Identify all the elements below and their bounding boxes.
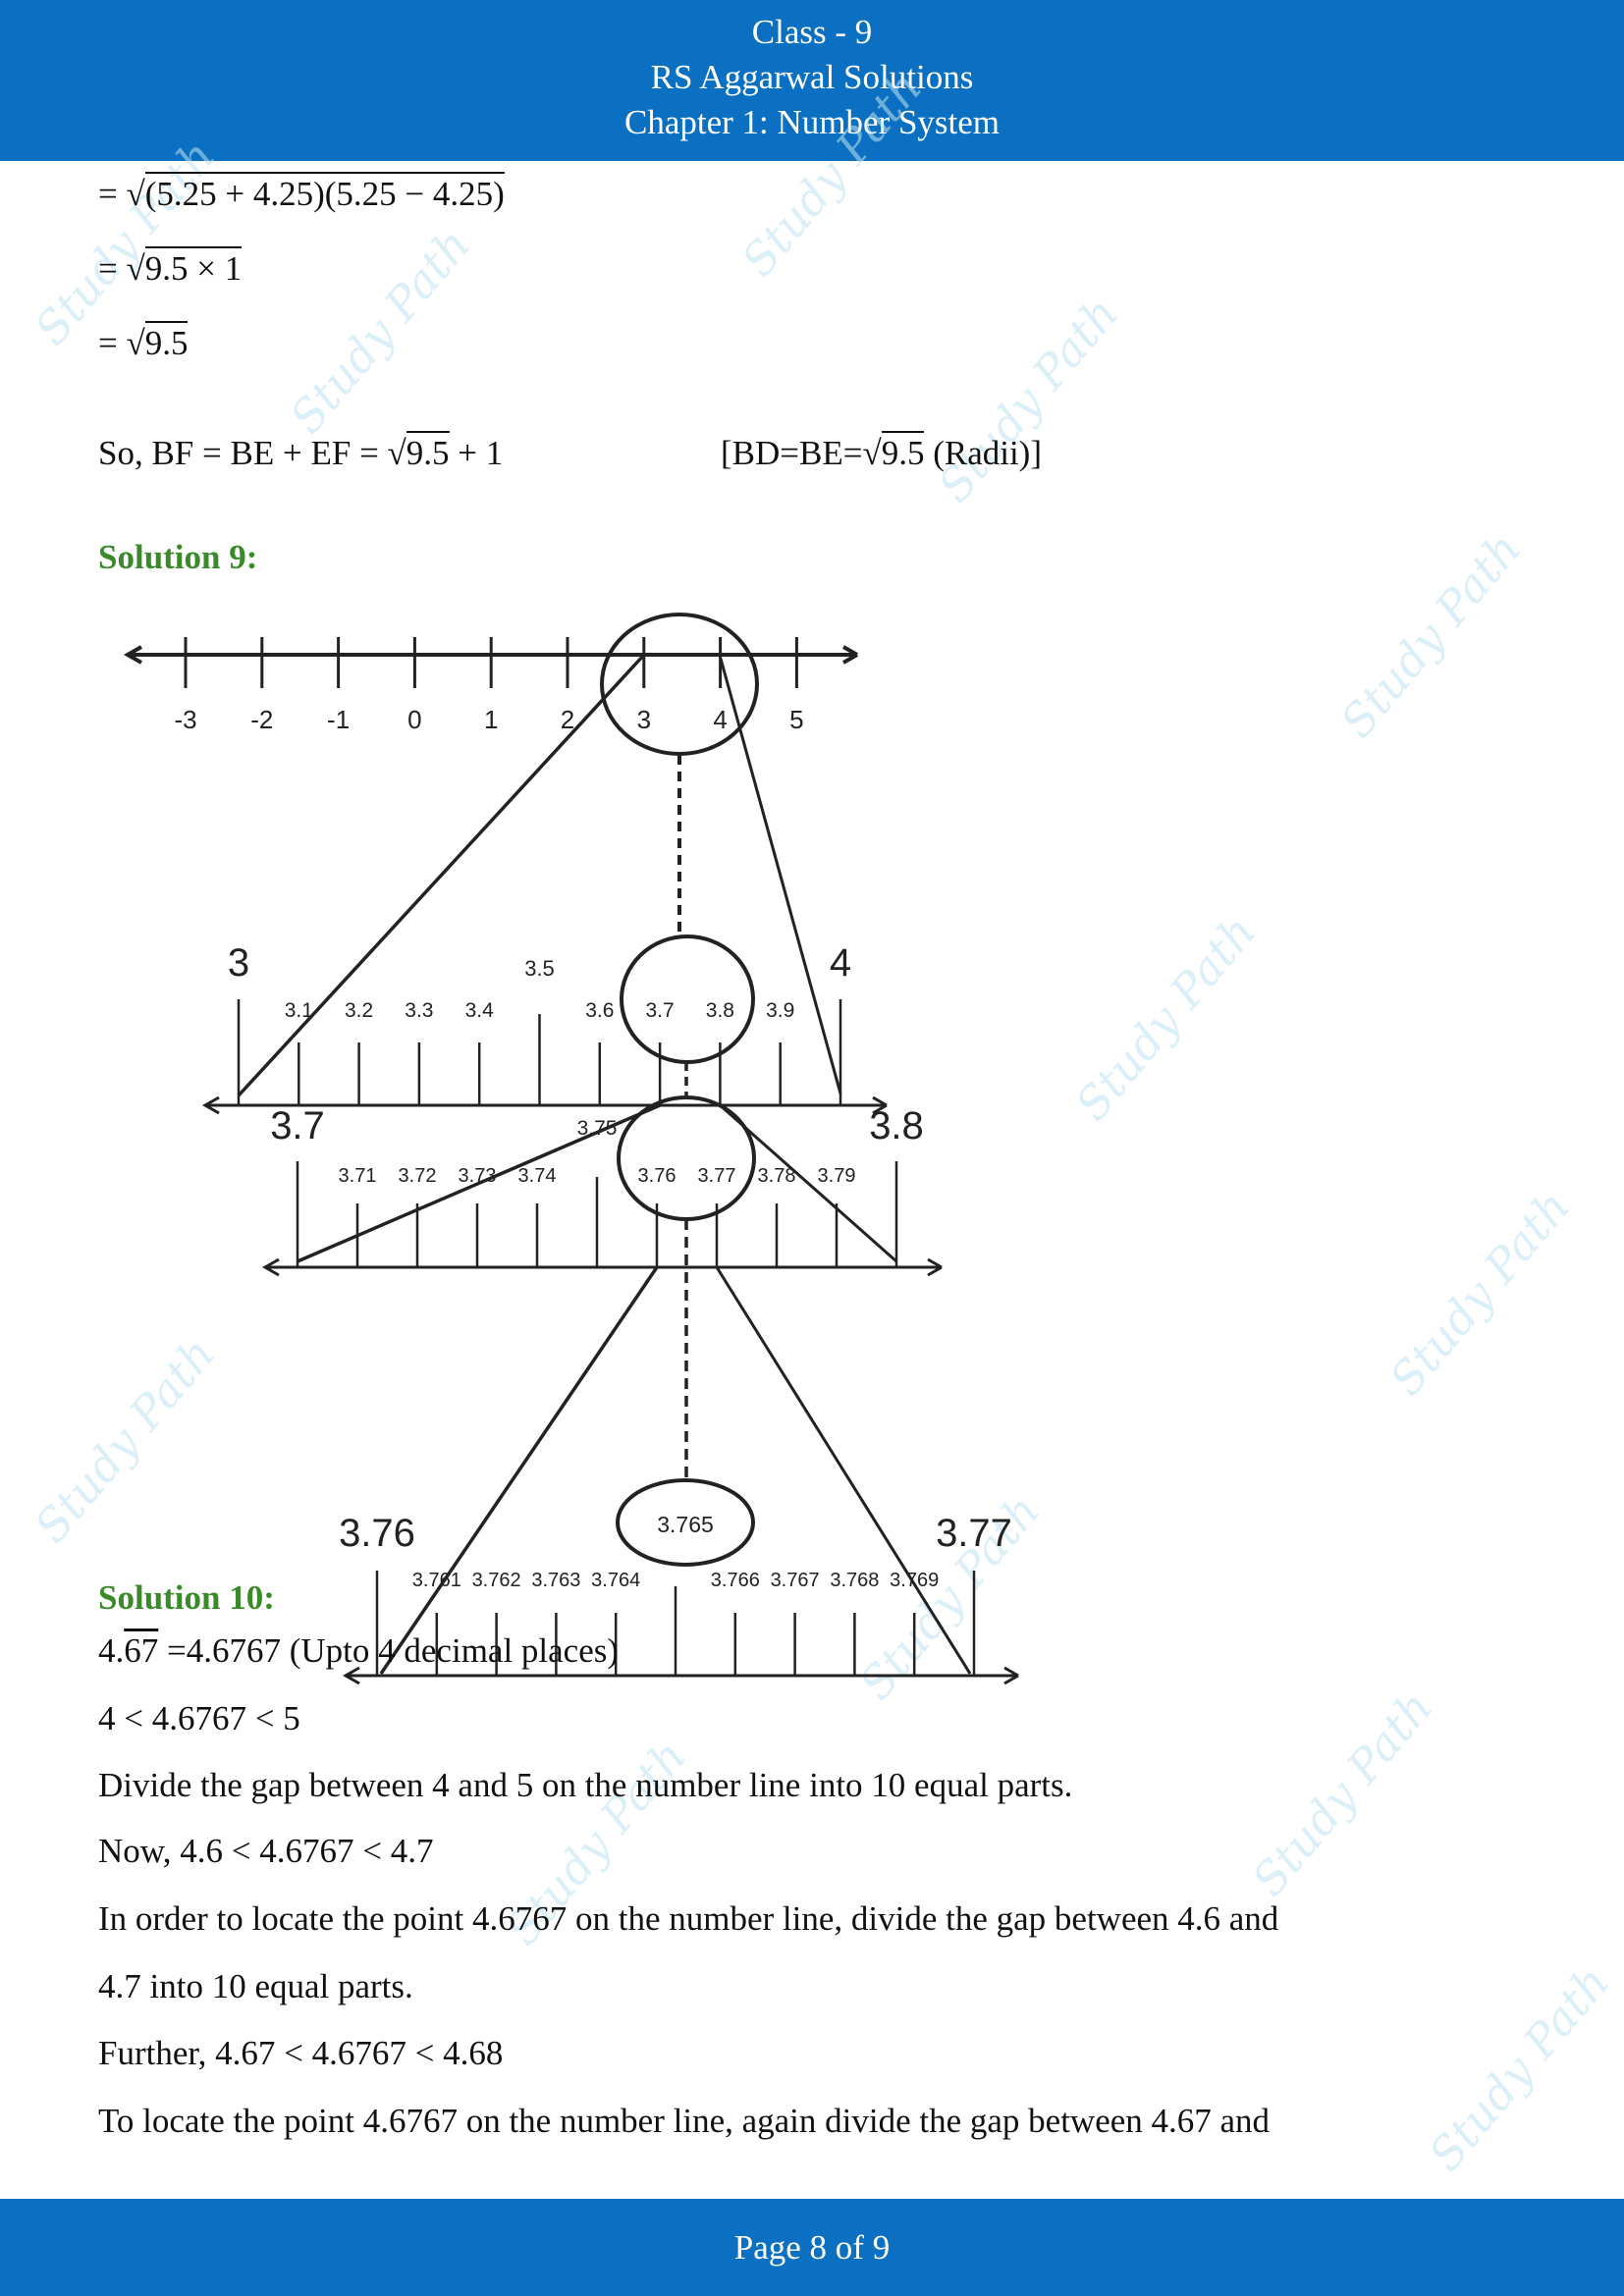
tick-label: 0 [407,705,421,734]
tick-label: 3.74 [518,1165,557,1187]
tick-label: 3.7 [645,999,674,1022]
solution-10-line-3: Divide the gap between 4 and 5 on the nu… [98,1766,1073,1804]
zoom-ellipse-1 [600,613,759,756]
tick-label: 3.768 [830,1570,879,1591]
tick-label: 3.767 [771,1570,820,1591]
tick-label: 3.3 [405,999,433,1022]
tick-label: 3.763 [531,1570,580,1591]
tick-label: 3.9 [766,999,794,1022]
mid-label: 3.765 [657,1512,714,1537]
zoom-ellipse-3 [617,1095,756,1221]
tick-label: 3.764 [591,1570,640,1591]
solution-10-line-1: 4.67 =4.6767 (Upto 4 decimal places) [98,1631,619,1671]
tick-label: 4 [713,705,727,734]
decimal-approx: =4.6767 (Upto 4 decimal places) [158,1631,620,1670]
integer-part: 4. [98,1631,125,1670]
start-label: 3.76 [339,1512,415,1555]
solution-10-line-8: To locate the point 4.6767 on the number… [98,2102,1271,2140]
solution-10-line-4: Now, 4.6 < 4.6767 < 4.7 [98,1832,434,1870]
zoom-line-left [237,653,646,1097]
zoom-line-right [719,658,842,1095]
tick-label: 3.76 [638,1165,677,1187]
solution-10-heading: Solution 10: [98,1578,275,1617]
zoom-line-left [379,1266,659,1675]
tick-label: -2 [250,705,273,734]
repeating-digits: 67 [124,1631,159,1670]
tick-label: 3.79 [818,1165,856,1187]
tick-label: 3.6 [585,999,614,1022]
start-label: 3.7 [270,1104,325,1148]
tick-label: 3.72 [399,1165,437,1187]
tick-label: 3.2 [345,999,373,1022]
tick-label: 5 [789,705,803,734]
start-label: 3 [228,941,249,985]
page-footer: Page 8 of 9 [0,2199,1624,2296]
page-number: Page 8 of 9 [733,2228,891,2267]
tick-label: 3.71 [339,1165,377,1187]
end-label: 3.8 [869,1104,924,1148]
zoom-line-right [715,1266,972,1675]
tick-label: 3.766 [711,1570,760,1591]
end-label: 3.77 [936,1512,1012,1555]
tick-label: 3.761 [412,1570,461,1591]
tick-label: 2 [561,705,574,734]
number-line-diagram: -3 -2 -1 0 1 2 3 4 53 43.1 3.2 3.3 3.4 3.6 3.7 3.8 3.93.… [123,613,1019,1685]
mid-label: 3.5 [524,956,555,981]
tick-label: -3 [174,705,196,734]
tick-label: 3 [637,705,651,734]
end-label: 4 [830,941,851,985]
mid-label: 3.75 [577,1117,618,1140]
tick-label: -1 [327,705,350,734]
tick-label: 3.8 [706,999,734,1022]
solution-10-line-7: Further, 4.67 < 4.6767 < 4.68 [98,2034,504,2072]
solution-10-line-6: 4.7 into 10 equal parts. [98,1967,413,2005]
tick-label: 3.4 [465,999,495,1022]
solution-10-line-2: 4 < 4.6767 < 5 [98,1699,300,1737]
tick-label: 3.762 [472,1570,521,1591]
solution-10-line-5: In order to locate the point 4.6767 on t… [98,1899,1279,1938]
tick-label: 1 [484,705,498,734]
tick-label: 3.77 [698,1165,736,1187]
tick-label: 3.769 [890,1570,939,1591]
